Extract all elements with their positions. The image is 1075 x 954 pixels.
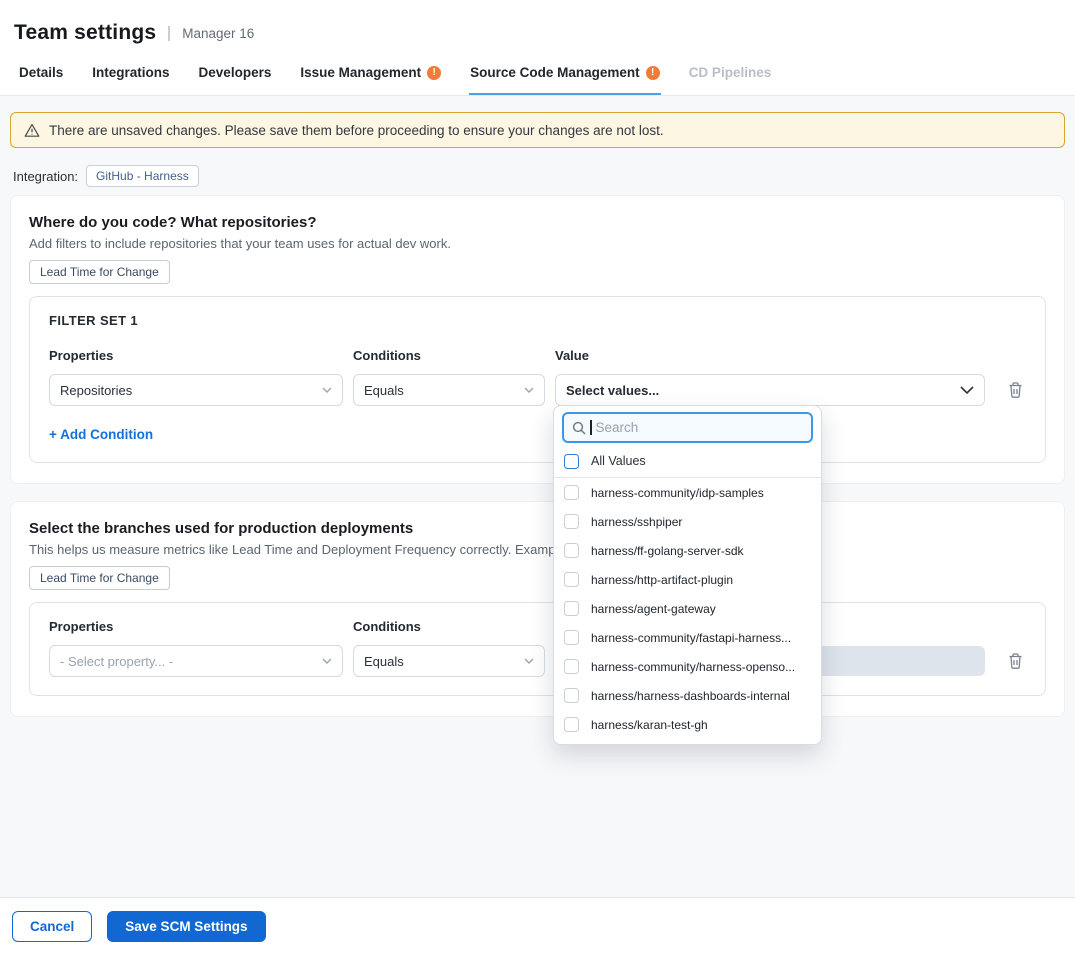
- checkbox-icon[interactable]: [564, 454, 579, 469]
- option-item[interactable]: harness/harness-dashboards-internal: [554, 681, 821, 710]
- cancel-button[interactable]: Cancel: [12, 911, 92, 942]
- conditions-header: Conditions: [353, 348, 545, 363]
- checkbox-icon[interactable]: [564, 485, 579, 500]
- filter-row: - Select property... - Equals: [49, 645, 1026, 677]
- filter-column-headers: Properties Conditions Value: [49, 348, 1026, 363]
- chevron-down-icon: [524, 387, 534, 393]
- value-multiselect[interactable]: Select values...: [555, 374, 985, 406]
- checkbox-icon[interactable]: [564, 630, 579, 645]
- filter-column-headers: Properties Conditions: [49, 619, 1026, 634]
- branches-card-title: Select the branches used for production …: [29, 520, 1046, 537]
- tab-bar: Details Integrations Developers Issue Ma…: [0, 52, 1075, 96]
- repositories-card-title: Where do you code? What repositories?: [29, 214, 1046, 231]
- dropdown-options-list: harness-community/idp-samples harness/ss…: [554, 478, 821, 739]
- page-title: Team settings: [14, 21, 156, 45]
- condition-select[interactable]: Equals: [353, 374, 545, 406]
- option-item[interactable]: harness/agent-gateway: [554, 594, 821, 623]
- option-item[interactable]: harness-community/idp-samples: [554, 478, 821, 507]
- value-header: Value: [555, 348, 985, 363]
- properties-header: Properties: [49, 619, 343, 634]
- trash-icon: [1007, 652, 1024, 670]
- checkbox-icon[interactable]: [564, 717, 579, 732]
- tab-issue-management[interactable]: Issue Management !: [299, 55, 442, 95]
- warning-badge-icon: !: [646, 66, 660, 80]
- checkbox-icon[interactable]: [564, 659, 579, 674]
- dropdown-search-input[interactable]: Search: [562, 412, 813, 443]
- condition-select[interactable]: Equals: [353, 645, 545, 677]
- integration-row: Integration: GitHub - Harness: [13, 165, 1062, 187]
- option-item[interactable]: harness/ff-golang-server-sdk: [554, 536, 821, 565]
- save-scm-settings-button[interactable]: Save SCM Settings: [107, 911, 265, 942]
- warning-badge-icon: !: [427, 66, 441, 80]
- main-content: There are unsaved changes. Please save t…: [0, 96, 1075, 897]
- option-item[interactable]: harness/karan-test-gh: [554, 710, 821, 739]
- search-icon: [572, 421, 586, 435]
- add-condition-button[interactable]: + Add Condition: [49, 427, 153, 442]
- search-placeholder: Search: [596, 420, 639, 435]
- property-select[interactable]: - Select property... -: [49, 645, 343, 677]
- integration-chip[interactable]: GitHub - Harness: [86, 165, 199, 187]
- branches-filter-set: Properties Conditions - Select property.…: [29, 602, 1046, 696]
- option-all-values[interactable]: All Values: [554, 445, 821, 478]
- footer-actions: Cancel Save SCM Settings: [0, 897, 1075, 954]
- properties-header: Properties: [49, 348, 343, 363]
- filter-set-title: FILTER SET 1: [49, 313, 1026, 328]
- checkbox-icon[interactable]: [564, 601, 579, 616]
- checkbox-icon[interactable]: [564, 543, 579, 558]
- delete-filter-button[interactable]: [1005, 379, 1026, 401]
- warning-triangle-icon: [24, 123, 40, 138]
- filter-row: Repositories Equals Select values...: [49, 374, 1026, 406]
- tab-integrations[interactable]: Integrations: [91, 55, 170, 95]
- option-item[interactable]: harness/sshpiper: [554, 507, 821, 536]
- checkbox-icon[interactable]: [564, 688, 579, 703]
- branches-card-subtitle: This helps us measure metrics like Lead …: [29, 542, 1046, 557]
- repositories-card-subtitle: Add filters to include repositories that…: [29, 236, 1046, 251]
- value-dropdown-popup: Search All Values harness-community/idp-…: [553, 405, 822, 745]
- banner-text: There are unsaved changes. Please save t…: [49, 123, 664, 138]
- trash-icon: [1007, 381, 1024, 399]
- repositories-card: Where do you code? What repositories? Ad…: [10, 195, 1065, 484]
- integration-label: Integration:: [13, 169, 78, 184]
- option-item-clipped[interactable]: harness/...: [554, 739, 821, 745]
- tab-cd-pipelines[interactable]: CD Pipelines: [688, 55, 773, 95]
- tab-source-code-management[interactable]: Source Code Management !: [469, 55, 661, 95]
- conditions-header: Conditions: [353, 619, 545, 634]
- chevron-down-icon: [322, 658, 332, 664]
- branches-card: Select the branches used for production …: [10, 501, 1065, 717]
- chevron-down-icon: [960, 386, 974, 394]
- page-header: Team settings Manager 16: [0, 0, 1075, 52]
- checkbox-icon[interactable]: [564, 514, 579, 529]
- unsaved-changes-banner: There are unsaved changes. Please save t…: [10, 112, 1065, 148]
- property-select[interactable]: Repositories: [49, 374, 343, 406]
- option-item[interactable]: harness/http-artifact-plugin: [554, 565, 821, 594]
- lead-time-chip: Lead Time for Change: [29, 260, 170, 284]
- tab-details[interactable]: Details: [18, 55, 64, 95]
- lead-time-chip: Lead Time for Change: [29, 566, 170, 590]
- tab-developers[interactable]: Developers: [198, 55, 273, 95]
- team-name: Manager 16: [168, 26, 254, 41]
- checkbox-icon[interactable]: [564, 572, 579, 587]
- chevron-down-icon: [524, 658, 534, 664]
- option-item[interactable]: harness-community/harness-openso...: [554, 652, 821, 681]
- filter-set-1: FILTER SET 1 Properties Conditions Value…: [29, 296, 1046, 463]
- option-item[interactable]: harness-community/fastapi-harness...: [554, 623, 821, 652]
- text-cursor: [590, 420, 592, 435]
- team-settings-page: { "header": { "title": "Team settings", …: [0, 0, 1075, 954]
- delete-filter-button[interactable]: [1005, 650, 1026, 672]
- chevron-down-icon: [322, 387, 332, 393]
